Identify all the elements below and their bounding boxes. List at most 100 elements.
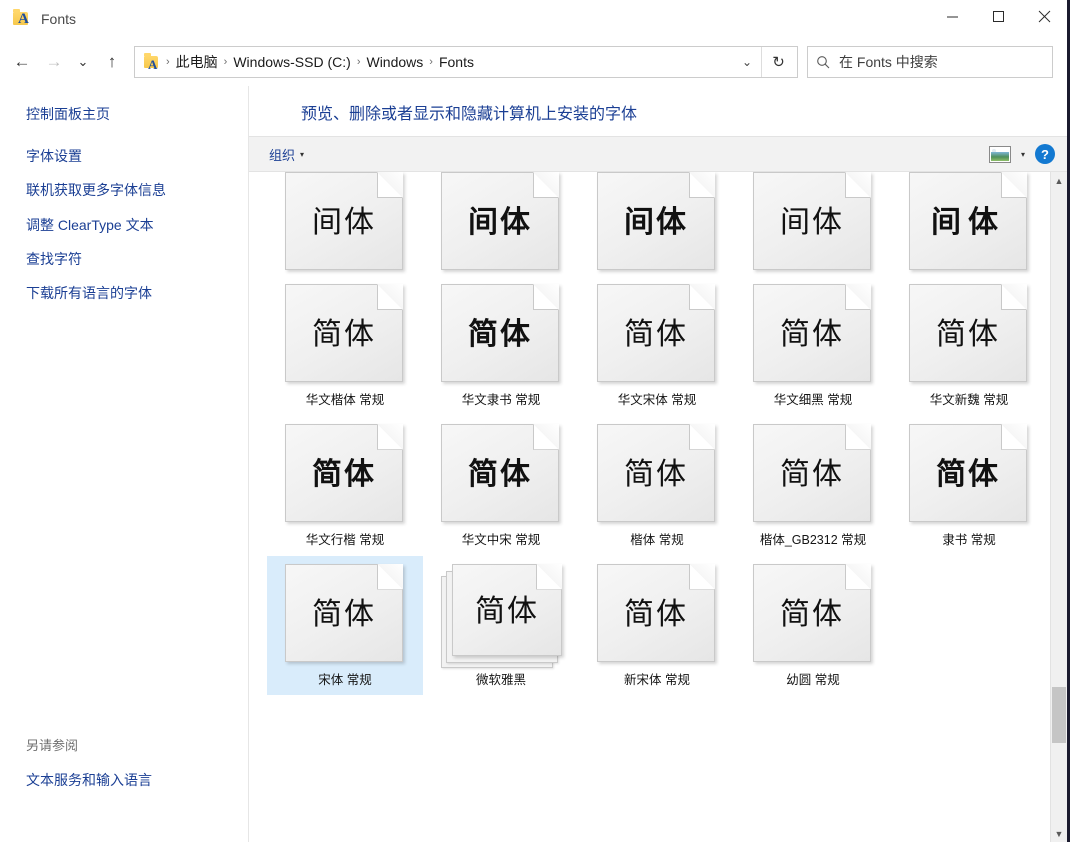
- font-item[interactable]: 简体微软雅黑: [423, 556, 579, 696]
- font-item[interactable]: 简体华文隶书 常规: [423, 276, 579, 416]
- font-file-icon: 简体: [441, 424, 561, 524]
- font-item[interactable]: 简体华文宋体 常规: [579, 276, 735, 416]
- font-preview-text: 简体: [312, 316, 376, 350]
- font-preview-text: 简体: [624, 596, 688, 630]
- window-title: Fonts: [41, 11, 76, 27]
- scrollbar-thumb[interactable]: [1052, 687, 1066, 743]
- chevron-down-icon[interactable]: ⌄: [733, 55, 761, 69]
- content-pane: 预览、删除或者显示和隐藏计算机上安装的字体 组织 ▾ ▾ ? 间体仿宋_GB23…: [248, 86, 1067, 842]
- font-file-icon: 简体: [285, 284, 405, 384]
- view-chevron-down-icon[interactable]: ▾: [1021, 150, 1025, 159]
- explorer-window: A Fonts ← → ⌄ ↑ A › 此电脑 › Windows-: [0, 0, 1070, 842]
- font-preview-text: 简体: [780, 316, 844, 350]
- up-arrow-icon[interactable]: ↑: [96, 46, 128, 78]
- help-button[interactable]: ?: [1035, 144, 1055, 164]
- see-also-heading: 另请参阅: [26, 735, 248, 754]
- font-preview-text: 简体: [936, 456, 1000, 490]
- font-item[interactable]: 简体华文新魏 常规: [891, 276, 1047, 416]
- font-file-icon: 间体: [909, 172, 1029, 244]
- search-box[interactable]: 在 Fonts 中搜索: [807, 46, 1053, 78]
- font-item-label: 华文新魏 常规: [930, 391, 1008, 410]
- view-preview-icon[interactable]: [989, 146, 1011, 163]
- search-placeholder: 在 Fonts 中搜索: [839, 52, 938, 72]
- font-item[interactable]: 简体华文楷体 常规: [267, 276, 423, 416]
- breadcrumb[interactable]: A › 此电脑 › Windows-SSD (C:) › Windows › F…: [134, 46, 798, 78]
- title-bar: A Fonts: [0, 0, 1067, 38]
- history-chevron-icon[interactable]: ⌄: [70, 46, 96, 78]
- refresh-icon[interactable]: ↻: [761, 47, 795, 77]
- font-file-icon: 简体: [285, 424, 405, 524]
- font-preview-text: 间体: [468, 204, 532, 238]
- font-item-label: 楷体_GB2312 常规: [760, 531, 866, 550]
- font-item[interactable]: 简体楷体_GB2312 常规: [735, 416, 891, 556]
- sidebar-item-find-character[interactable]: 查找字符: [26, 249, 248, 269]
- minimize-icon[interactable]: [929, 0, 975, 32]
- breadcrumb-item-1[interactable]: Windows-SSD (C:): [228, 54, 355, 70]
- font-item[interactable]: 简体新宋体 常规: [579, 556, 735, 696]
- font-item-label: 华文宋体 常规: [618, 391, 696, 410]
- sidebar-item-get-more-fonts[interactable]: 联机获取更多字体信息: [26, 180, 248, 200]
- close-icon[interactable]: [1021, 0, 1067, 32]
- maximize-icon[interactable]: [975, 0, 1021, 32]
- sidebar-see-also: 另请参阅 文本服务和输入语言: [26, 735, 248, 842]
- font-file-icon: 间体: [597, 172, 717, 244]
- font-file-icon: 简体: [909, 424, 1029, 524]
- font-item[interactable]: 简体楷体 常规: [579, 416, 735, 556]
- font-item[interactable]: 简体宋体 常规: [267, 556, 423, 696]
- font-preview-text: 简体: [468, 456, 532, 490]
- font-file-icon: 间体: [753, 172, 873, 244]
- font-item-label: 华文行楷 常规: [306, 531, 384, 550]
- font-item-label: 新宋体 常规: [624, 671, 690, 690]
- font-file-icon: 简体: [753, 564, 873, 664]
- font-preview-text: 简体: [624, 316, 688, 350]
- organize-button[interactable]: 组织 ▾: [269, 145, 304, 164]
- font-preview-text: 间体: [312, 204, 376, 238]
- sidebar-item-control-panel-home[interactable]: 控制面板主页: [26, 104, 248, 124]
- sidebar: 控制面板主页 字体设置 联机获取更多字体信息 调整 ClearType 文本 查…: [0, 86, 248, 842]
- breadcrumb-item-3[interactable]: Fonts: [434, 54, 479, 70]
- breadcrumb-item-0[interactable]: 此电脑: [171, 52, 223, 72]
- font-preview-text: 间体: [624, 204, 688, 238]
- search-icon: [816, 55, 830, 69]
- font-preview-text: 简体: [468, 316, 532, 350]
- font-item[interactable]: 简体隶书 常规: [891, 416, 1047, 556]
- font-file-icon: 间体: [441, 172, 561, 244]
- organize-label: 组织: [269, 145, 295, 164]
- fonts-folder-icon: A: [143, 53, 161, 71]
- forward-arrow-icon[interactable]: →: [38, 46, 70, 78]
- font-item-label: 华文隶书 常规: [462, 391, 540, 410]
- font-preview-text: 简体: [312, 596, 376, 630]
- font-file-icon: 简体: [597, 424, 717, 524]
- font-item-label: 隶书 常规: [942, 531, 995, 550]
- back-arrow-icon[interactable]: ←: [6, 46, 38, 78]
- sidebar-item-font-settings[interactable]: 字体设置: [26, 146, 248, 166]
- sidebar-item-text-services[interactable]: 文本服务和输入语言: [26, 770, 248, 790]
- font-item[interactable]: 简体华文行楷 常规: [267, 416, 423, 556]
- scrollbar-track[interactable]: [1051, 189, 1067, 825]
- window-body: 控制面板主页 字体设置 联机获取更多字体信息 调整 ClearType 文本 查…: [0, 86, 1067, 842]
- font-item[interactable]: 简体华文细黑 常规: [735, 276, 891, 416]
- address-bar: ← → ⌄ ↑ A › 此电脑 › Windows-SSD (C:) › Win…: [0, 38, 1067, 86]
- sidebar-item-download-all-fonts[interactable]: 下载所有语言的字体: [26, 283, 248, 303]
- font-item[interactable]: 间体黑体 常规: [423, 172, 579, 276]
- sidebar-item-adjust-cleartype[interactable]: 调整 ClearType 文本: [26, 215, 248, 235]
- font-item-label: 楷体 常规: [630, 531, 683, 550]
- font-item[interactable]: 简体华文中宋 常规: [423, 416, 579, 556]
- font-file-icon: 简体: [753, 424, 873, 524]
- font-item[interactable]: 简体幼圆 常规: [735, 556, 891, 696]
- scroll-up-arrow-icon[interactable]: ▲: [1051, 172, 1067, 189]
- font-item-label: 华文楷体 常规: [306, 391, 384, 410]
- font-preview-text: 简体: [624, 456, 688, 490]
- scroll-down-arrow-icon[interactable]: ▼: [1051, 825, 1067, 842]
- font-file-icon: 简体: [597, 564, 717, 664]
- font-item[interactable]: 间体华文彩云 常规: [579, 172, 735, 276]
- font-item-label: 华文中宋 常规: [462, 531, 540, 550]
- breadcrumb-item-2[interactable]: Windows: [361, 54, 428, 70]
- vertical-scrollbar[interactable]: ▲ ▼: [1050, 172, 1067, 842]
- page-title: 预览、删除或者显示和隐藏计算机上安装的字体: [301, 100, 1067, 124]
- items-view: 间体仿宋_GB2312 常规间体黑体 常规间体华文彩云 常规间体华文仿宋 常规间…: [249, 172, 1067, 842]
- font-preview-text: 简体: [780, 456, 844, 490]
- font-item[interactable]: 间体华文仿宋 常规: [735, 172, 891, 276]
- font-item[interactable]: 间体华文琥珀 常规: [891, 172, 1047, 276]
- font-item[interactable]: 间体仿宋_GB2312 常规: [267, 172, 423, 276]
